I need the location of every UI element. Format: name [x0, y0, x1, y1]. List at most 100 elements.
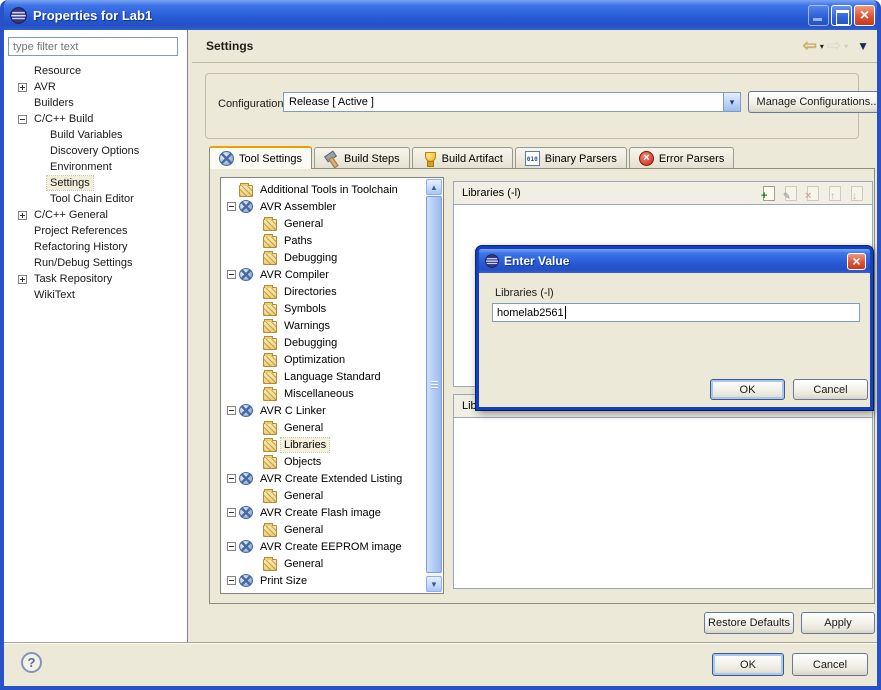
back-icon[interactable]: ⇦ [803, 36, 817, 56]
toolbar-icon[interactable] [783, 186, 798, 201]
tool-tree-item[interactable]: Miscellaneous [221, 385, 426, 402]
tool-tree-item-label: Print Size [257, 574, 310, 588]
tree-expand-icon[interactable] [227, 202, 236, 211]
apply-button[interactable]: Apply [801, 612, 875, 634]
tool-tree-item[interactable]: General [221, 555, 426, 572]
dialog-title: Enter Value [504, 254, 847, 268]
cancel-button[interactable]: Cancel [792, 653, 868, 676]
tree-expand-icon[interactable] [227, 542, 236, 551]
sidebar-item[interactable]: Project References [4, 223, 188, 239]
sidebar-item[interactable]: Run/Debug Settings [4, 255, 188, 271]
sidebar-item[interactable]: Resource [4, 63, 188, 79]
tab[interactable]: Build Steps [314, 147, 410, 169]
tool-tree-item-label: Debugging [281, 336, 340, 350]
tab[interactable]: Error Parsers [629, 147, 734, 169]
sidebar-item[interactable]: Environment [4, 159, 188, 175]
tool-tree-item-label: General [281, 523, 326, 537]
tree-item-icon [263, 423, 277, 435]
tool-tree-item[interactable]: Paths [221, 232, 426, 249]
tool-tree-item[interactable]: Debugging [221, 334, 426, 351]
window-titlebar[interactable]: Properties for Lab1 [0, 0, 881, 30]
sidebar-item[interactable]: Builders [4, 95, 188, 111]
scrollbar-thumb[interactable] [426, 196, 442, 573]
restore-defaults-button[interactable]: Restore Defaults [704, 612, 794, 634]
dialog-titlebar[interactable]: Enter Value [479, 249, 870, 273]
configuration-select[interactable]: Release [ Active ] ▾ [283, 92, 741, 112]
sidebar-item[interactable]: AVR [4, 79, 188, 95]
forward-dropdown-icon: ▾ [844, 42, 848, 51]
tree-expand-icon[interactable] [18, 211, 27, 220]
tree-expand-icon[interactable] [18, 275, 27, 284]
scroll-down-icon[interactable]: ▼ [426, 576, 442, 592]
tool-tree-item[interactable]: Additional Tools in Toolchain [221, 181, 426, 198]
tool-tree-item[interactable]: General [221, 215, 426, 232]
tab[interactable]: Tool Settings [209, 146, 312, 169]
tree-scrollbar[interactable]: ▲ ▼ [426, 179, 442, 592]
tree-expand-icon[interactable] [227, 576, 236, 585]
help-icon[interactable]: ? [21, 652, 42, 673]
tab-icon [525, 151, 540, 166]
tool-tree-item[interactable]: AVR Compiler [221, 266, 426, 283]
view-menu-icon[interactable]: ▼ [857, 39, 869, 53]
tool-tree-item[interactable]: AVR Assembler [221, 198, 426, 215]
tool-tree-item[interactable]: AVR Create EEPROM image [221, 538, 426, 555]
value-input[interactable]: homelab2561 [492, 303, 860, 322]
dialog-close-button[interactable] [847, 253, 866, 270]
tool-tree-item[interactable]: Optimization [221, 351, 426, 368]
toolbar-icon[interactable] [761, 186, 776, 201]
sidebar-item[interactable]: Build Variables [4, 127, 188, 143]
tool-tree-item[interactable]: AVR C Linker [221, 402, 426, 419]
tab-icon [219, 151, 234, 166]
tree-expand-icon[interactable] [227, 508, 236, 517]
filter-input[interactable] [8, 37, 178, 56]
dialog-cancel-button[interactable]: Cancel [793, 379, 868, 400]
tab-icon [324, 151, 339, 166]
sidebar-item[interactable]: Discovery Options [4, 143, 188, 159]
sidebar-item[interactable]: C/C++ Build [4, 111, 188, 127]
tool-tree-item[interactable]: Debugging [221, 249, 426, 266]
tree-expand-icon[interactable] [18, 83, 27, 92]
tool-tree-item[interactable]: AVR Create Flash image [221, 504, 426, 521]
tree-expand-icon[interactable] [227, 406, 236, 415]
tool-tree-item[interactable]: Directories [221, 283, 426, 300]
sidebar-item[interactable]: Settings [4, 175, 188, 191]
toolbar-icon[interactable] [849, 186, 864, 201]
toolbar-icon[interactable] [827, 186, 842, 201]
tree-expand-icon[interactable] [227, 474, 236, 483]
tool-tree-item[interactable]: AVR Create Extended Listing [221, 470, 426, 487]
tree-item-icon [263, 287, 277, 299]
tool-tree-item-label: AVR Create Flash image [257, 506, 384, 520]
tool-tree-item[interactable]: Print Size [221, 572, 426, 589]
manage-configurations-button[interactable]: Manage Configurations... [748, 91, 881, 113]
sidebar-item[interactable]: Task Repository [4, 271, 188, 287]
dialog-ok-button[interactable]: OK [710, 379, 785, 400]
close-button[interactable] [854, 5, 875, 26]
sidebar-item[interactable]: Tool Chain Editor [4, 191, 188, 207]
sidebar-item[interactable]: Refactoring History [4, 239, 188, 255]
tool-tree-item[interactable]: Language Standard [221, 368, 426, 385]
tool-tree-item[interactable]: General [221, 487, 426, 504]
scroll-up-icon[interactable]: ▲ [426, 179, 442, 195]
tool-tree-item-label: Warnings [281, 319, 333, 333]
tab[interactable]: Binary Parsers [515, 147, 627, 169]
tool-tree-item[interactable]: General [221, 521, 426, 538]
tool-tree-item[interactable]: Objects [221, 453, 426, 470]
maximize-button[interactable] [831, 5, 852, 26]
toolbar-icon[interactable] [805, 186, 820, 201]
chevron-down-icon[interactable]: ▾ [723, 93, 740, 111]
tool-tree-item[interactable]: Warnings [221, 317, 426, 334]
back-dropdown-icon[interactable]: ▾ [820, 42, 824, 51]
ok-button[interactable]: OK [712, 653, 784, 676]
tab[interactable]: Build Artifact [412, 147, 513, 169]
tool-tree-item[interactable]: General [221, 419, 426, 436]
tree-item-icon [239, 200, 253, 213]
tree-expand-icon[interactable] [227, 270, 236, 279]
configuration-label: Configuration: [218, 98, 287, 110]
tool-tree-item[interactable]: Symbols [221, 300, 426, 317]
sidebar-item-label: Refactoring History [31, 240, 131, 254]
sidebar-item[interactable]: C/C++ General [4, 207, 188, 223]
tree-expand-icon[interactable] [18, 115, 27, 124]
sidebar-item[interactable]: WikiText [4, 287, 188, 303]
minimize-button[interactable] [808, 5, 829, 26]
tool-tree-item[interactable]: Libraries [221, 436, 426, 453]
